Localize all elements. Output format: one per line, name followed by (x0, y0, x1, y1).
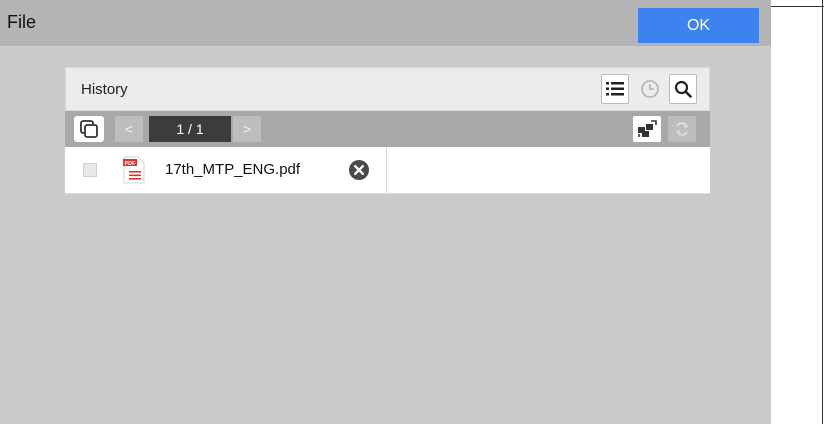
refresh-icon (676, 122, 688, 136)
panel-header: History (65, 67, 710, 111)
refresh-button[interactable] (668, 116, 696, 142)
clock-icon (641, 80, 659, 98)
ok-button[interactable]: OK (638, 8, 759, 43)
file-row[interactable]: PDF 17th_MTP_ENG.pdf (65, 147, 387, 193)
pdf-file-icon: PDF (123, 156, 145, 184)
file-dialog: File OK History < 1 / 1 > PDF 17th_MTP_E… (0, 0, 771, 424)
copy-button[interactable] (74, 116, 104, 142)
dialog-title: File (7, 12, 37, 32)
history-button[interactable] (636, 74, 664, 104)
remove-file-icon[interactable] (349, 160, 369, 180)
right-edge-line (822, 0, 823, 424)
search-button[interactable] (669, 74, 697, 104)
file-list: PDF 17th_MTP_ENG.pdf (65, 147, 710, 194)
file-checkbox[interactable] (83, 163, 97, 177)
prev-page-button[interactable]: < (115, 116, 143, 142)
panel-title: History (81, 81, 128, 98)
list-view-button[interactable] (601, 74, 629, 104)
top-edge-line (770, 6, 824, 7)
file-name[interactable]: 17th_MTP_ENG.pdf (165, 161, 300, 178)
search-icon (674, 80, 692, 98)
page-indicator: 1 / 1 (149, 116, 231, 142)
title-bar: File OK (0, 0, 771, 46)
next-page-button[interactable]: > (233, 116, 261, 142)
list-view-icon (606, 82, 624, 96)
copy-icon (80, 120, 98, 138)
history-panel: History < 1 / 1 > PDF 17th_MTP_ENG.pdf (65, 67, 710, 194)
move-icon (638, 120, 657, 137)
pdf-badge-text: PDF (125, 161, 137, 167)
move-button[interactable] (633, 116, 661, 142)
file-toolbar: < 1 / 1 > (65, 111, 710, 147)
